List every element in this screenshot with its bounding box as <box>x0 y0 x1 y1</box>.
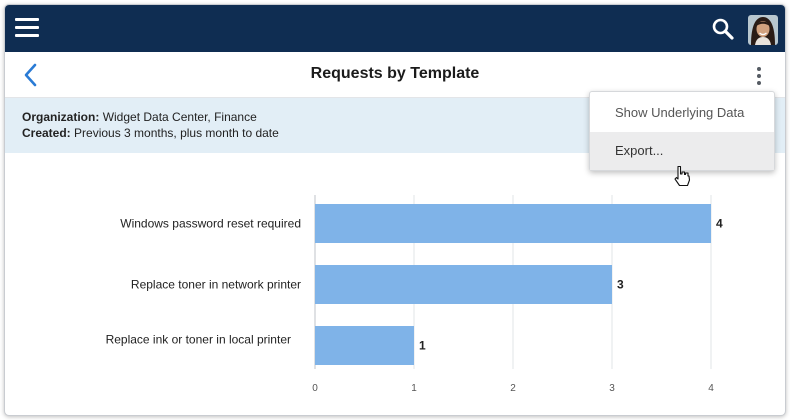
x-tick-label: 3 <box>609 383 615 394</box>
x-tick-label: 1 <box>411 383 417 394</box>
bar[interactable] <box>315 326 414 365</box>
category-label: Windows password reset required <box>120 217 301 231</box>
x-tick-label: 0 <box>312 383 318 394</box>
bar[interactable] <box>315 265 612 304</box>
category-label: Replace toner in network printer <box>131 278 301 292</box>
x-tick-label: 2 <box>510 383 516 394</box>
data-label: 3 <box>617 278 624 292</box>
data-label: 4 <box>716 217 723 231</box>
data-label: 1 <box>419 339 426 353</box>
bar[interactable] <box>315 204 711 243</box>
pointer-cursor-icon <box>673 165 691 187</box>
options-menu: Show Underlying Data Export... <box>589 91 775 171</box>
app-window: Requests by Template Organization: Widge… <box>4 4 786 416</box>
bar-chart: 0 1 2 3 4 Windows password reset required 4 Rep… <box>106 195 723 394</box>
menu-item-show-underlying-data[interactable]: Show Underlying Data <box>590 94 774 132</box>
category-label: Replace ink or toner in local printer <box>106 333 291 347</box>
x-tick-label: 4 <box>708 383 714 394</box>
